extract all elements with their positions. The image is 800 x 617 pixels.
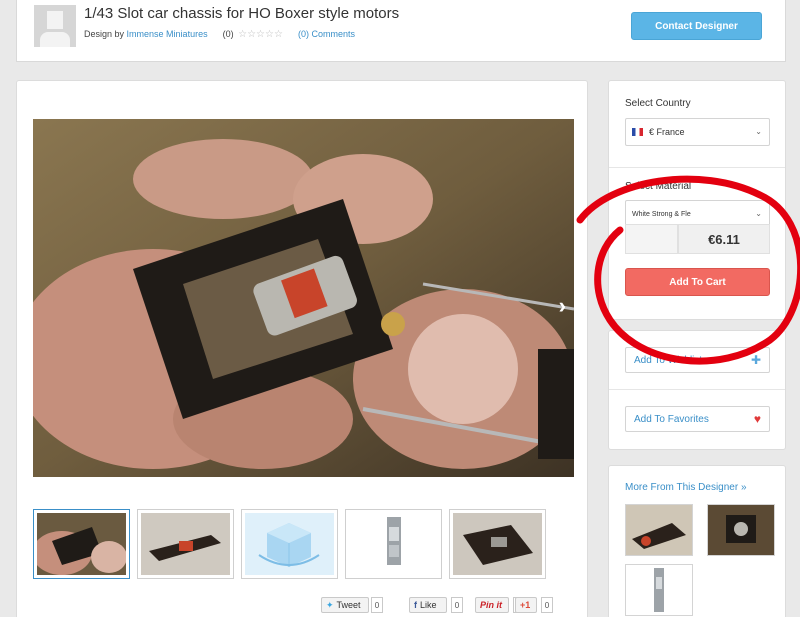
next-image-arrow-icon[interactable]: ›	[559, 293, 566, 319]
purchase-box: Select Country € France ⌄ Select Materia…	[608, 80, 786, 320]
add-to-cart-button[interactable]: Add To Cart	[625, 268, 770, 296]
product-header: 1/43 Slot car chassis for HO Boxer style…	[16, 0, 786, 62]
twitter-bird-icon: ✦	[326, 599, 334, 610]
tweet-button[interactable]: ✦ Tweet	[321, 597, 369, 613]
thumbnail-5[interactable]	[449, 509, 546, 579]
designer-item-1-image	[626, 505, 692, 555]
main-product-photo[interactable]: ›	[33, 119, 574, 477]
material-label: Select Material	[625, 181, 692, 192]
designer-item-1[interactable]	[625, 504, 693, 556]
product-title: 1/43 Slot car chassis for HO Boxer style…	[84, 5, 400, 22]
divider	[609, 167, 785, 168]
pinterest-button[interactable]: Pin it	[475, 597, 509, 613]
material-value: White Strong & Fle	[632, 210, 691, 218]
thumbnail-1[interactable]	[33, 509, 130, 579]
chevron-down-icon: ⌄	[755, 209, 762, 218]
google-plus-button[interactable]: +1	[515, 597, 537, 613]
facebook-like-button[interactable]: f Like	[409, 597, 447, 613]
favorites-label: Add To Favorites	[634, 413, 709, 425]
avatar-head	[47, 11, 63, 29]
wishlist-plus-icon: ✚	[750, 353, 761, 367]
designer-item-2[interactable]	[707, 504, 775, 556]
material-swatch	[625, 224, 678, 254]
france-flag-icon	[632, 128, 643, 136]
photo-illustration	[33, 119, 574, 477]
wishlist-box: Add To Wishlist ✚ Add To Favorites ♥	[608, 330, 786, 450]
design-by-label: Design by	[84, 29, 125, 39]
like-count: 0	[451, 597, 463, 613]
designer-avatar[interactable]	[34, 5, 76, 47]
heart-icon: ♥	[753, 412, 761, 426]
more-from-designer-link[interactable]: More From This Designer »	[625, 482, 747, 493]
price-display: €6.11	[678, 224, 770, 254]
designer-item-3-image	[626, 565, 692, 615]
tweet-label: Tweet	[336, 600, 361, 610]
thumbnail-5-image	[453, 513, 542, 575]
like-label: Like	[420, 600, 437, 610]
comments-link[interactable]: (0) Comments	[298, 29, 355, 39]
product-meta: Design by Immense Miniatures (0) ☆☆☆☆☆ (…	[84, 29, 355, 40]
gallery-panel: › ✦ Tweet 0 f Like 0 Pin it +1 0	[16, 80, 588, 617]
designer-item-2-image	[708, 505, 774, 555]
chevron-down-icon: ⌄	[755, 127, 762, 136]
facebook-icon: f	[414, 600, 417, 610]
designer-item-3[interactable]	[625, 564, 693, 616]
country-select[interactable]: € France ⌄	[625, 118, 770, 146]
avatar-body	[40, 32, 70, 47]
more-from-designer-box: More From This Designer »	[608, 465, 786, 617]
gplus-count: 0	[541, 597, 553, 613]
thumbnail-4-render	[349, 513, 438, 575]
thumbnail-4[interactable]	[345, 509, 442, 579]
rating-stars-icon[interactable]: ☆☆☆☆☆	[238, 29, 283, 40]
country-label: Select Country	[625, 98, 691, 109]
country-value: € France	[649, 127, 685, 137]
add-to-wishlist-button[interactable]: Add To Wishlist ✚	[625, 347, 770, 373]
rating-count: (0)	[222, 29, 234, 39]
contact-designer-button[interactable]: Contact Designer	[631, 12, 762, 40]
thumbnail-3-3d-preview	[245, 513, 334, 575]
divider	[609, 389, 785, 390]
add-to-favorites-button[interactable]: Add To Favorites ♥	[625, 406, 770, 432]
tweet-count: 0	[371, 597, 383, 613]
wishlist-label: Add To Wishlist	[634, 354, 703, 366]
designer-link[interactable]: Immense Miniatures	[127, 29, 208, 39]
thumbnail-2[interactable]	[137, 509, 234, 579]
thumbnail-1-image	[37, 513, 126, 575]
thumbnail-3[interactable]	[241, 509, 338, 579]
thumbnail-2-image	[141, 513, 230, 575]
